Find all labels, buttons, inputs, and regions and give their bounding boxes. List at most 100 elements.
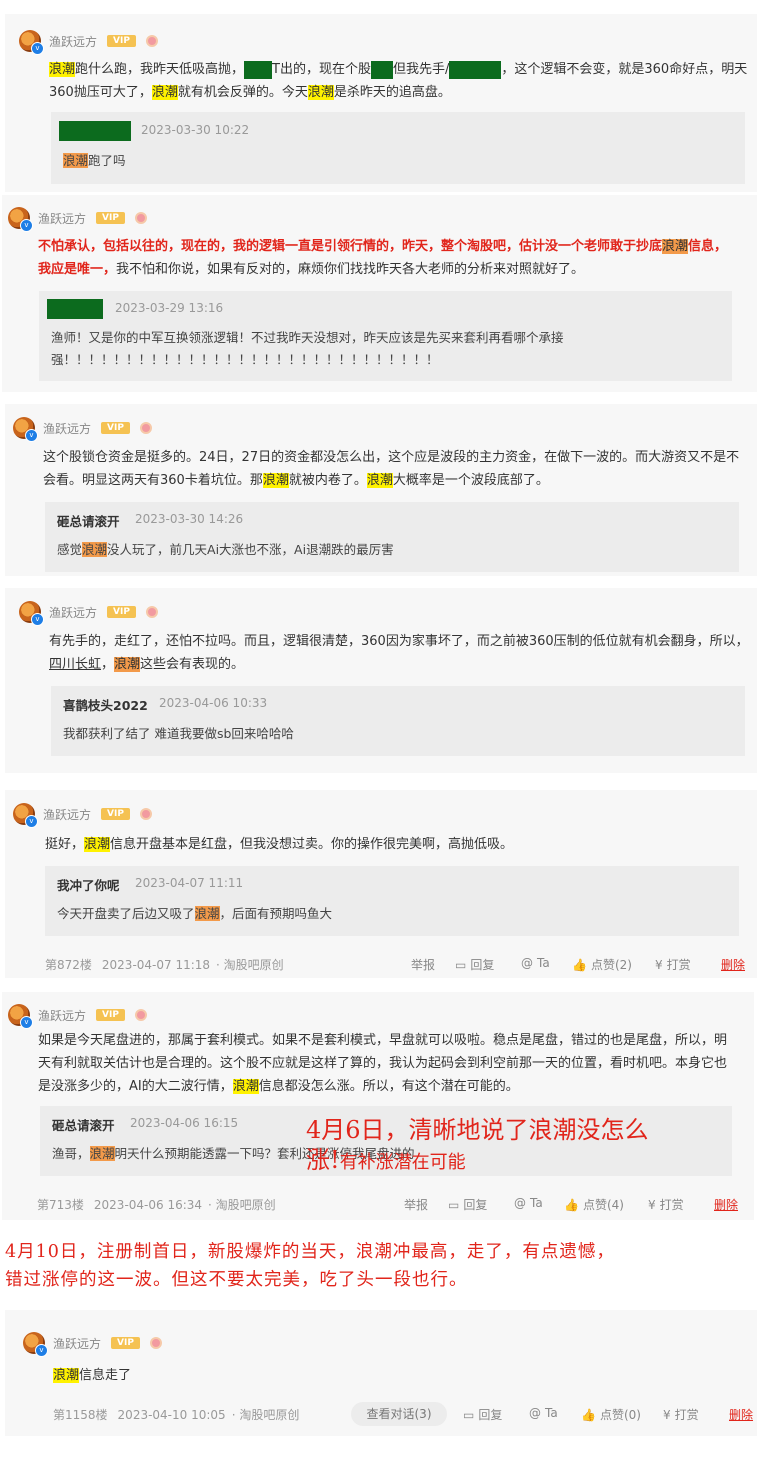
- post-card: v 渔跃远方 VIP 不怕承认，包括以往的，现在的，我的逻辑一直是引领行情的，昨…: [2, 195, 757, 392]
- vip-badge: VIP: [101, 808, 130, 820]
- verified-icon: v: [31, 42, 44, 55]
- coin-icon: ¥: [655, 957, 663, 972]
- reply-author[interactable]: 砸总请滚开: [52, 1115, 115, 1134]
- annotation-note-1: 4月6日，清晰地说了浪潮没怎么 涨!有补涨潜在可能: [306, 1116, 649, 1174]
- reply-button[interactable]: ▭ 回复: [463, 1406, 502, 1423]
- text-segment: 有先手的，走红了，还怕不拉吗。而且，逻辑很清楚，360因为家事坏了，而之前被36…: [49, 634, 749, 649]
- view-conversation-button[interactable]: 查看对话(3): [351, 1402, 447, 1426]
- highlight-keyword: 浪潮: [232, 1079, 259, 1094]
- post-body: 有先手的，走红了，还怕不拉吗。而且，逻辑很清楚，360因为家事坏了，而之前被36…: [49, 630, 749, 676]
- medal-icon: [149, 1337, 162, 1349]
- reply-author[interactable]: 我冲了你呢: [57, 875, 120, 894]
- vip-badge: VIP: [96, 1009, 125, 1021]
- medal-icon: [139, 422, 152, 434]
- text-segment: 我不怕和你说，如果有反对的，麻烦你们找找昨天各大老师的分析来对照就好了。: [116, 262, 585, 277]
- post-meta: 第1158楼 2023-04-10 10:05 · 淘股吧原创: [53, 1406, 299, 1423]
- post-meta: 第872楼 2023-04-07 11:18 · 淘股吧原创: [45, 956, 284, 973]
- post-source: · 淘股吧原创: [216, 958, 284, 972]
- text-segment: 感觉: [57, 542, 83, 557]
- at-button[interactable]: @ Ta: [521, 956, 550, 970]
- verified-icon: v: [31, 613, 44, 626]
- text-segment: 渔师！又是你的中军互换领涨逻辑！不过我昨天没想对，昨天应该是先买来套利再看哪个承…: [51, 330, 564, 367]
- medal-icon: [145, 35, 158, 47]
- tip-button[interactable]: ¥ 打赏: [648, 1196, 684, 1213]
- like-button[interactable]: 👍 点赞(2): [572, 956, 632, 973]
- tip-button[interactable]: ¥ 打赏: [655, 956, 691, 973]
- delete-button[interactable]: 删除: [714, 1196, 738, 1213]
- tip-button[interactable]: ¥ 打赏: [663, 1406, 699, 1423]
- reply-body: 今天开盘卖了后边又吸了浪潮，后面有预期吗鱼大: [57, 903, 727, 925]
- censor-block: [370, 60, 393, 79]
- text-segment: ，后面有预期吗鱼大: [219, 906, 333, 921]
- post-card: v 渔跃远方 VIP 浪潮信息走了 第1158楼 2023-04-10 10:0…: [5, 1310, 757, 1436]
- text-segment: 挺好，: [45, 837, 85, 852]
- post-time: 2023-04-06 16:34: [93, 1197, 203, 1212]
- text-segment: 是杀昨天的追高盘。: [333, 85, 451, 100]
- username[interactable]: 渔跃远方: [49, 33, 97, 50]
- at-button[interactable]: @ Ta: [529, 1406, 558, 1420]
- post-time: 2023-04-07 11:18: [101, 957, 211, 972]
- verified-icon: v: [25, 815, 38, 828]
- post-meta: 第713楼 2023-04-06 16:34 · 淘股吧原创: [37, 1196, 276, 1213]
- username[interactable]: 渔跃远方: [49, 604, 97, 621]
- avatar[interactable]: v: [8, 1004, 33, 1029]
- annotation-note-2: 4月10日，注册制首日，新股爆炸的当天，浪潮冲最高，走了，有点遗憾， 错过涨停的…: [5, 1242, 615, 1290]
- reply-author[interactable]: [47, 299, 103, 322]
- reply-button[interactable]: ▭ 回复: [448, 1196, 487, 1213]
- username[interactable]: 渔跃远方: [43, 806, 91, 823]
- text-segment: 渔哥，: [52, 1146, 90, 1161]
- stock-link[interactable]: 四川长虹: [49, 657, 101, 672]
- highlight-keyword: 浪潮: [63, 153, 89, 168]
- post-source: · 淘股吧原创: [231, 1408, 300, 1422]
- avatar[interactable]: v: [13, 417, 38, 442]
- reply-author[interactable]: 喜鹊枝头2022: [63, 695, 148, 714]
- text-segment: 信息走了: [79, 1368, 132, 1383]
- username[interactable]: 渔跃远方: [53, 1335, 101, 1352]
- comment-icon: ▭: [455, 957, 467, 972]
- delete-button[interactable]: 删除: [729, 1406, 753, 1423]
- at-icon: @: [521, 956, 533, 970]
- highlight-keyword: 浪潮: [114, 657, 141, 672]
- text-segment: 信息都没怎么涨。所以，有这个潜在可能的。: [258, 1079, 519, 1094]
- report-button[interactable]: 举报: [411, 956, 435, 973]
- avatar[interactable]: v: [23, 1332, 48, 1357]
- avatar[interactable]: v: [19, 601, 44, 626]
- at-icon: @: [514, 1196, 526, 1210]
- text-segment: 跑了吗: [88, 153, 126, 168]
- medal-icon: [134, 212, 147, 224]
- text-segment: 跑什么跑，我昨天低吸高抛，: [75, 62, 245, 77]
- username[interactable]: 渔跃远方: [38, 1007, 86, 1024]
- text-segment: 但我先手/: [392, 62, 450, 77]
- reply-box: 砸总请滚开 2023-03-30 14:26 感觉浪潮没人玩了，前几天Ai大涨也…: [45, 502, 739, 572]
- medal-icon: [134, 1009, 147, 1021]
- vip-badge: VIP: [96, 212, 125, 224]
- avatar[interactable]: v: [13, 803, 38, 828]
- report-button[interactable]: 举报: [404, 1196, 428, 1213]
- text-segment: 今天开盘卖了后边又吸了: [57, 906, 195, 921]
- reply-time: 2023-03-29 13:16: [115, 301, 224, 315]
- reply-time: 2023-04-06 16:15: [130, 1116, 239, 1130]
- username[interactable]: 渔跃远方: [43, 420, 91, 437]
- username[interactable]: 渔跃远方: [38, 210, 86, 227]
- at-button[interactable]: @ Ta: [514, 1196, 543, 1210]
- avatar[interactable]: v: [8, 207, 33, 232]
- vip-badge: VIP: [111, 1337, 140, 1349]
- reply-author[interactable]: [59, 121, 131, 144]
- like-button[interactable]: 👍 点赞(4): [564, 1196, 624, 1213]
- text-segment: 就有机会反弹的。今天: [177, 85, 308, 100]
- text-segment: 信息开盘基本是红盘，但我没想过卖。你的操作很完美啊，高抛低吸。: [110, 837, 514, 852]
- reply-button[interactable]: ▭ 回复: [455, 956, 494, 973]
- verified-icon: v: [20, 1016, 33, 1029]
- avatar[interactable]: v: [19, 30, 44, 55]
- coin-icon: ¥: [663, 1407, 671, 1422]
- like-button[interactable]: 👍 点赞(0): [581, 1406, 641, 1423]
- delete-button[interactable]: 删除: [721, 956, 745, 973]
- reply-body: 我都获利了结了 难道我要做sb回来哈哈哈: [63, 723, 733, 745]
- post-body: 浪潮信息走了: [53, 1364, 653, 1387]
- reply-author[interactable]: 砸总请滚开: [57, 511, 120, 530]
- floor-number: 第872楼: [45, 958, 92, 972]
- vip-badge: VIP: [107, 606, 136, 618]
- highlight-keyword: 浪潮: [89, 1146, 115, 1161]
- post-time: 2023-04-10 10:05: [117, 1407, 226, 1422]
- post-card: v 渔跃远方 VIP 浪潮跑什么跑，我昨天低吸高抛， T出的，现在个股 但我先手/，…: [5, 14, 757, 192]
